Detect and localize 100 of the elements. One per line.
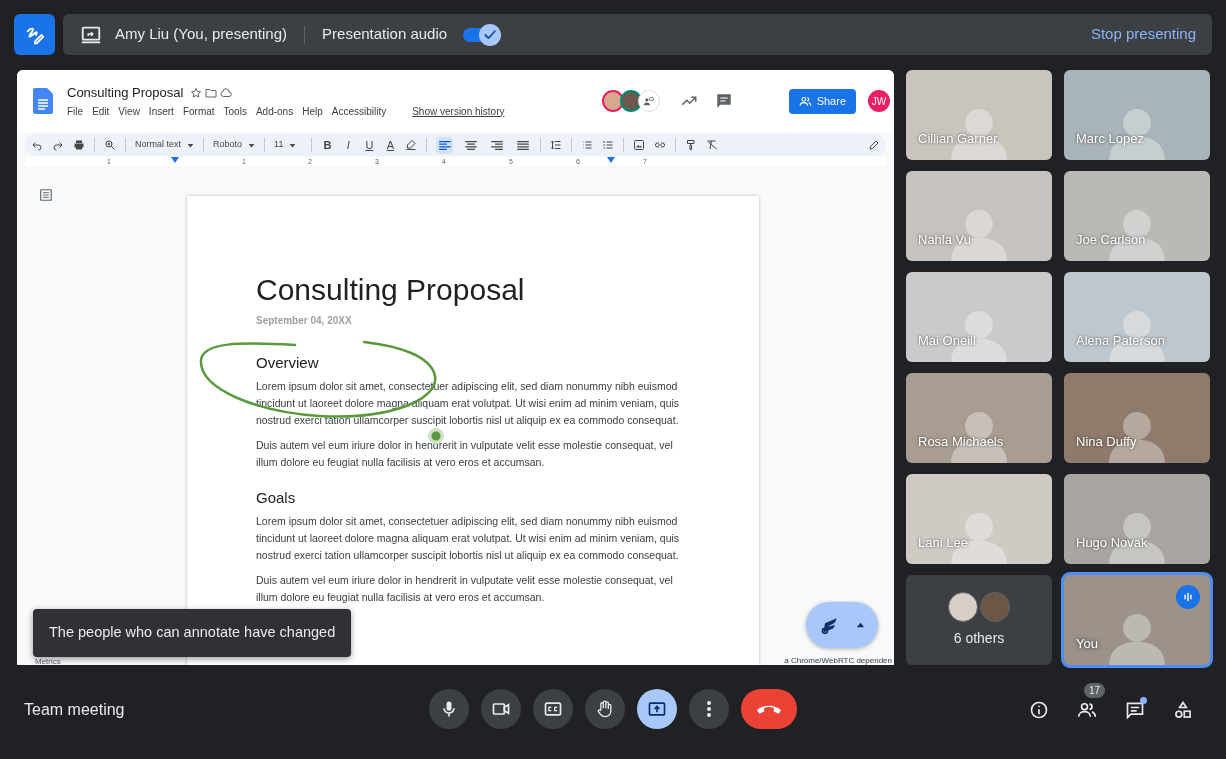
align-lines-icon: [438, 140, 451, 150]
paint-format-icon[interactable]: [685, 139, 698, 151]
menu-item[interactable]: Add-ons: [255, 103, 294, 119]
microphone-button[interactable]: [429, 689, 469, 729]
participant-name: Mai Oneill: [918, 331, 976, 350]
paragraph: Duis autem vel eum iriure dolor in hendrerit in vulputate velit esse molestie consequat, vel illum dolore eu feugiat nulla facilisis at vero eros et accumsan.: [256, 438, 674, 470]
indent-marker[interactable]: [607, 157, 615, 163]
caret-up-icon: [855, 620, 865, 630]
share-button[interactable]: Share: [788, 88, 856, 114]
leave-call-button[interactable]: [741, 689, 797, 729]
person-silhouette: [1109, 109, 1165, 160]
speaking-indicator-icon: [1176, 585, 1200, 609]
check-icon: [484, 30, 497, 39]
person-silhouette: [1109, 311, 1165, 362]
menu-item[interactable]: View: [118, 103, 140, 119]
person-silhouette: [951, 412, 1007, 463]
person-silhouette: [951, 210, 1007, 261]
captions-icon: [543, 699, 563, 719]
align-lines-icon: [490, 140, 503, 150]
meeting-title: Team meeting: [24, 699, 126, 720]
link-icon[interactable]: [654, 139, 667, 151]
avatar: [980, 591, 1010, 622]
line-spacing-icon[interactable]: [550, 139, 563, 151]
raise-hand-button[interactable]: [585, 689, 625, 729]
star-icon[interactable]: [190, 87, 203, 99]
print-icon[interactable]: [73, 139, 85, 151]
bold-button[interactable]: B: [321, 136, 334, 154]
clear-formatting-icon[interactable]: [706, 139, 719, 151]
cloud-icon[interactable]: [220, 87, 233, 99]
info-icon: [1029, 699, 1049, 720]
collaborator-avatar[interactable]: [601, 90, 624, 112]
text-color-button[interactable]: A: [384, 136, 397, 154]
participant-name: Nahla Vu: [918, 230, 971, 249]
version-history-link[interactable]: Show version history: [412, 103, 505, 119]
docs-icon: [33, 88, 53, 114]
people-icon: [798, 94, 812, 108]
participant-name: Alena Paterson: [1076, 331, 1165, 350]
participant-name: Hugo Novak: [1076, 533, 1148, 552]
others-count: 6 others: [953, 628, 1005, 648]
comment-icon[interactable]: [714, 92, 733, 110]
participant-name: Lani Lee: [918, 533, 968, 552]
menu-item[interactable]: File: [67, 103, 84, 119]
captions-button[interactable]: [533, 689, 573, 729]
present-button[interactable]: [637, 689, 677, 729]
paragraph: Lorem ipsum dolor sit amet, consectetuer adipiscing elit, sed diam nonummy nibh euismod tincidunt ut laoreet dolore magna aliquam erat volutpat. Ut wisi enim ad minim veniam, quis nostrud exerci tation ullamcorper suscipit lobortis nisl ut aliquip ex ea commodo consequat.: [256, 514, 681, 563]
stop-presenting-link[interactable]: Stop presenting: [1090, 23, 1196, 46]
footer-text: a Chrome/WebRTC dependen: [784, 655, 892, 665]
highlighter-icon[interactable]: [405, 139, 418, 151]
zoom-icon[interactable]: [104, 139, 116, 151]
others-tile[interactable]: 6 others: [906, 575, 1052, 665]
annotate-button[interactable]: [14, 14, 55, 55]
menu-item[interactable]: Accessibility: [331, 103, 387, 119]
outline-icon[interactable]: [39, 188, 53, 202]
dropdown[interactable]: Normal text: [135, 138, 194, 152]
footer-text: Metrics: [35, 656, 61, 665]
participant-name: Rosa Michaels: [918, 432, 1004, 451]
dropdown[interactable]: Roboto: [213, 138, 256, 152]
participant-name: Nina Duffy: [1076, 432, 1137, 451]
menu-item[interactable]: Help: [302, 103, 323, 119]
image-icon[interactable]: [633, 139, 646, 151]
underline-button[interactable]: U: [363, 136, 376, 154]
chat-button[interactable]: [1124, 698, 1146, 721]
menu-item[interactable]: Insert: [148, 103, 174, 119]
camera-button[interactable]: [481, 689, 521, 729]
align-left-button[interactable]: [436, 136, 454, 154]
participant-count-badge: 17: [1084, 682, 1106, 698]
section-heading: Overview: [256, 354, 320, 372]
document-title: Consulting Proposal: [67, 84, 184, 103]
shapes-icon: [1173, 699, 1193, 720]
dropdown[interactable]: 11: [274, 138, 297, 152]
marker-pen-icon: [819, 615, 840, 635]
collaborator-avatar[interactable]: [619, 90, 642, 112]
person-silhouette: [1109, 513, 1165, 564]
menu-item[interactable]: Edit: [92, 103, 110, 119]
undo-icon[interactable]: [31, 139, 43, 151]
audio-label: Presentation audio: [322, 24, 448, 45]
menu-item[interactable]: Format: [182, 103, 215, 119]
audio-toggle[interactable]: [463, 23, 502, 46]
indent-marker[interactable]: [171, 157, 179, 163]
participant-name: Marc Lopez: [1076, 129, 1144, 148]
more-options-button[interactable]: [689, 689, 729, 729]
folder-icon[interactable]: [205, 87, 218, 99]
annotation-tool-button[interactable]: [806, 602, 878, 648]
caret-icon: [248, 141, 256, 149]
italic-button[interactable]: I: [342, 136, 355, 154]
menu-item[interactable]: Tools: [223, 103, 247, 119]
participant-name: Cillian Garner: [918, 129, 998, 148]
notification-toast: The people who can annotate have changed: [33, 609, 352, 657]
avatar: [948, 591, 978, 622]
caret-icon: [187, 141, 194, 149]
person-silhouette: [951, 109, 1007, 160]
phone-icon: [757, 703, 781, 715]
redo-icon[interactable]: [52, 139, 64, 151]
presenter-name: Amy Liu (You, presenting): [115, 24, 288, 45]
more-vertical-icon: [707, 701, 711, 717]
user-avatar[interactable]: JW: [868, 90, 890, 112]
align-lines-icon: [516, 140, 529, 150]
pencil-icon[interactable]: [868, 139, 880, 151]
document-date: September 04, 20XX: [256, 314, 353, 328]
caret-icon: [289, 141, 297, 149]
